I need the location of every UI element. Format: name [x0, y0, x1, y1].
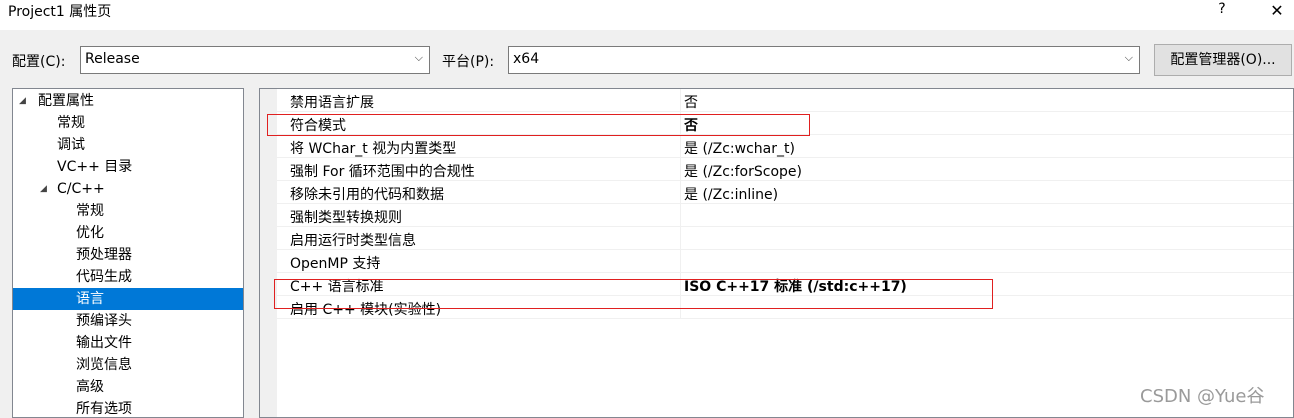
column-divider [680, 89, 681, 112]
watermark: CSDN @Yue谷 [1140, 386, 1265, 407]
window-title: Project1 属性页 [8, 4, 112, 20]
tree-item-label: 预编译头 [76, 313, 132, 329]
tree-item-precompiled-headers[interactable]: 预编译头 [13, 310, 243, 332]
tree-item-label: 预处理器 [76, 247, 132, 263]
tree-item-optimization[interactable]: 优化 [13, 222, 243, 244]
property-row[interactable]: 禁用语言扩展 否 [277, 89, 1293, 112]
expanded-triangle-icon[interactable]: ◢ [19, 90, 26, 112]
config-select[interactable]: Release ⌵ [80, 46, 430, 74]
property-name: 强制类型转换规则 [290, 210, 402, 226]
property-name: 禁用语言扩展 [290, 95, 374, 111]
tree-item-cpp-general[interactable]: 常规 [13, 200, 243, 222]
property-value: 否 [684, 95, 698, 111]
tree-item-label: 所有选项 [76, 401, 132, 417]
config-value: Release [85, 51, 140, 67]
property-row[interactable]: OpenMP 支持 [277, 250, 1293, 273]
tree-item-label: 常规 [57, 115, 85, 131]
property-tree: ◢ 配置属性 常规 调试 VC++ 目录 ◢ C/C++ 常规 优化 预处理器 … [12, 88, 244, 418]
tree-item-label: 优化 [76, 225, 104, 241]
help-button[interactable]: ? [1212, 1, 1232, 17]
tree-item-vc-directories[interactable]: VC++ 目录 [13, 156, 243, 178]
close-icon[interactable]: ✕ [1266, 1, 1288, 20]
property-row[interactable]: 移除未引用的代码和数据 是 (/Zc:inline) [277, 181, 1293, 204]
grid-gutter [260, 89, 277, 417]
property-value: 是 (/Zc:wchar_t) [684, 141, 795, 157]
platform-select[interactable]: x64 ⌵ [508, 46, 1140, 74]
tree-item-advanced[interactable]: 高级 [13, 376, 243, 398]
tree-item-browse-information[interactable]: 浏览信息 [13, 354, 243, 376]
config-label: 配置(C): [12, 54, 66, 70]
tree-item-code-generation[interactable]: 代码生成 [13, 266, 243, 288]
configuration-manager-button[interactable]: 配置管理器(O)... [1154, 44, 1292, 76]
property-name: 移除未引用的代码和数据 [290, 187, 444, 203]
property-row[interactable]: 启用运行时类型信息 [277, 227, 1293, 250]
expanded-triangle-icon[interactable]: ◢ [40, 178, 47, 200]
column-divider [680, 158, 681, 181]
highlight-box [274, 279, 993, 309]
tree-item-language[interactable]: 语言 [13, 288, 243, 310]
property-name: OpenMP 支持 [290, 256, 381, 272]
tree-item-label: 浏览信息 [76, 357, 132, 373]
property-name: 启用运行时类型信息 [290, 233, 416, 249]
tree-item-label: 调试 [57, 137, 85, 153]
tree-item-label: 输出文件 [76, 335, 132, 351]
chevron-down-icon: ⌵ [414, 51, 423, 64]
title-bar: Project1 属性页 ? ✕ [0, 0, 1294, 30]
platform-label: 平台(P): [442, 54, 495, 70]
column-divider [680, 135, 681, 158]
tree-item-preprocessor[interactable]: 预处理器 [13, 244, 243, 266]
tree-item-c-cpp[interactable]: ◢ C/C++ [13, 178, 243, 200]
property-grid: 禁用语言扩展 否 符合模式 否 将 WChar_t 视为内置类型 是 (/Zc:… [259, 88, 1294, 418]
column-divider [680, 227, 681, 250]
tree-item-output-files[interactable]: 输出文件 [13, 332, 243, 354]
column-divider [680, 204, 681, 227]
property-value: 是 (/Zc:forScope) [684, 164, 802, 180]
property-row[interactable]: 将 WChar_t 视为内置类型 是 (/Zc:wchar_t) [277, 135, 1293, 158]
highlight-box [267, 114, 810, 136]
tree-item-debugging[interactable]: 调试 [13, 134, 243, 156]
property-value: 是 (/Zc:inline) [684, 187, 779, 203]
tree-item-config-properties[interactable]: ◢ 配置属性 [13, 90, 243, 112]
property-name: 强制 For 循环范围中的合规性 [290, 164, 475, 180]
tree-item-label: 高级 [76, 379, 104, 395]
property-row[interactable]: 强制 For 循环范围中的合规性 是 (/Zc:forScope) [277, 158, 1293, 181]
platform-value: x64 [513, 51, 540, 67]
tree-item-label: C/C++ [57, 181, 105, 197]
tree-item-label: 代码生成 [76, 269, 132, 285]
column-divider [680, 250, 681, 273]
chevron-down-icon: ⌵ [1124, 51, 1133, 64]
tree-item-label: VC++ 目录 [57, 159, 133, 175]
column-divider [680, 181, 681, 204]
tree-item-all-options[interactable]: 所有选项 [13, 398, 243, 417]
tree-item-label: 语言 [76, 291, 104, 307]
property-name: 将 WChar_t 视为内置类型 [290, 141, 457, 157]
property-row[interactable]: 强制类型转换规则 [277, 204, 1293, 227]
tree-item-general[interactable]: 常规 [13, 112, 243, 134]
tree-item-label: 配置属性 [38, 93, 94, 109]
tree-item-label: 常规 [76, 203, 104, 219]
